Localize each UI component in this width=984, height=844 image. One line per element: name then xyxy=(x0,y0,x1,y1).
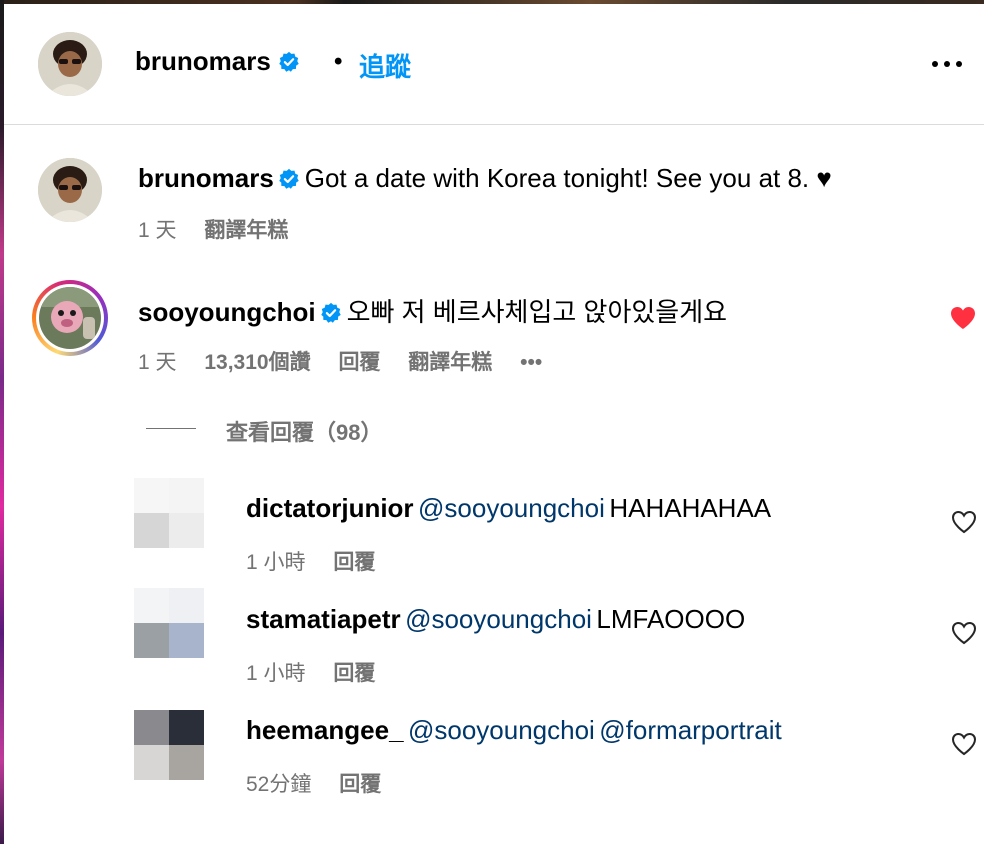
reply-reply-button[interactable]: 回覆 xyxy=(333,662,375,685)
caption-time[interactable]: 1 天 xyxy=(138,219,177,242)
reply-reply-button[interactable]: 回覆 xyxy=(333,551,375,574)
post-comments-panel: brunomars • 追蹤 brunomars Got a date with… xyxy=(4,4,984,844)
view-replies-button[interactable]: 查看回覆（98） xyxy=(226,415,382,447)
heart-outline-icon[interactable] xyxy=(951,621,977,645)
caption-translate-button[interactable]: 翻譯年糕 xyxy=(204,219,288,242)
reply-text: HAHAHAHAA xyxy=(609,493,772,523)
reply-username[interactable]: heemangee_ xyxy=(246,715,404,745)
reply-line: stamatiapetr @sooyoungchoi LMFAOOOO xyxy=(246,604,745,635)
caption-username[interactable]: brunomars xyxy=(138,163,274,193)
heart-outline-icon[interactable] xyxy=(951,510,977,534)
reply-mention[interactable]: @sooyoungchoi xyxy=(408,715,595,745)
avatar[interactable] xyxy=(38,32,102,96)
bruno-avatar-image xyxy=(38,32,102,96)
reply-time[interactable]: 1 小時 xyxy=(246,662,306,685)
reply-time[interactable]: 52分鐘 xyxy=(246,773,311,796)
caption-meta: 1 天 翻譯年糕 xyxy=(138,214,310,244)
heart-outline-icon[interactable] xyxy=(951,732,977,756)
follow-button[interactable]: 追蹤 xyxy=(359,47,411,84)
top-comment-text: 오빠 저 베르사체입고 앉아있을게요 xyxy=(346,297,728,327)
reply-avatar-blurred[interactable] xyxy=(134,710,204,780)
post-header: brunomars • 追蹤 xyxy=(4,4,984,125)
caption-avatar[interactable] xyxy=(38,158,102,222)
top-comment-meta: 1 天 13,310個讚 回覆 翻譯年糕 ••• xyxy=(138,346,564,376)
reply-line: heemangee_ @sooyoungchoi @formarportrait xyxy=(246,715,782,746)
reply-mention[interactable]: @sooyoungchoi xyxy=(418,493,605,523)
top-comment-translate-button[interactable]: 翻譯年糕 xyxy=(408,351,492,374)
reply-username[interactable]: dictatorjunior xyxy=(246,493,414,523)
top-comment-more-icon[interactable]: ••• xyxy=(520,351,542,374)
top-comment-time[interactable]: 1 天 xyxy=(138,351,177,374)
reply-text: LMFAOOOO xyxy=(596,604,746,634)
sooyoung-avatar-image xyxy=(39,287,101,349)
more-options-icon[interactable] xyxy=(929,54,969,74)
reply-meta: 52分鐘 回覆 xyxy=(246,768,403,798)
story-ring[interactable] xyxy=(32,280,108,356)
sooyoung-avatar xyxy=(39,287,101,349)
reply-avatar-blurred[interactable] xyxy=(134,478,204,548)
reply-username[interactable]: stamatiapetr xyxy=(246,604,401,634)
reply-meta: 1 小時 回覆 xyxy=(246,657,397,687)
reply-avatar-blurred[interactable] xyxy=(134,588,204,658)
top-comment-line: sooyoungchoi 오빠 저 베르사체입고 앉아있을게요 xyxy=(138,292,727,329)
view-replies-divider xyxy=(146,428,196,429)
reply-time[interactable]: 1 小時 xyxy=(246,551,306,574)
header-separator: • xyxy=(334,48,343,75)
top-comment-username[interactable]: sooyoungchoi xyxy=(138,297,316,327)
verified-badge-icon xyxy=(279,51,299,72)
top-comment-reply-button[interactable]: 回覆 xyxy=(338,351,380,374)
caption-line: brunomars Got a date with Korea tonight!… xyxy=(138,163,832,194)
reply-mention[interactable]: @sooyoungchoi xyxy=(405,604,592,634)
reply-meta: 1 小時 回覆 xyxy=(246,546,397,576)
header-username-text: brunomars xyxy=(135,46,271,76)
header-username[interactable]: brunomars xyxy=(135,46,300,77)
liked-heart-icon[interactable] xyxy=(950,306,976,330)
caption-text: Got a date with Korea tonight! See you a… xyxy=(304,163,832,193)
bruno-avatar-image xyxy=(38,158,102,222)
reply-mention-2[interactable]: @formarportrait xyxy=(599,715,781,745)
top-comment-likes[interactable]: 13,310個讚 xyxy=(204,351,310,374)
reply-reply-button[interactable]: 回覆 xyxy=(339,773,381,796)
verified-badge-icon xyxy=(321,302,341,323)
verified-badge-icon xyxy=(279,168,299,189)
reply-line: dictatorjunior @sooyoungchoi HAHAHAHAA xyxy=(246,493,771,524)
